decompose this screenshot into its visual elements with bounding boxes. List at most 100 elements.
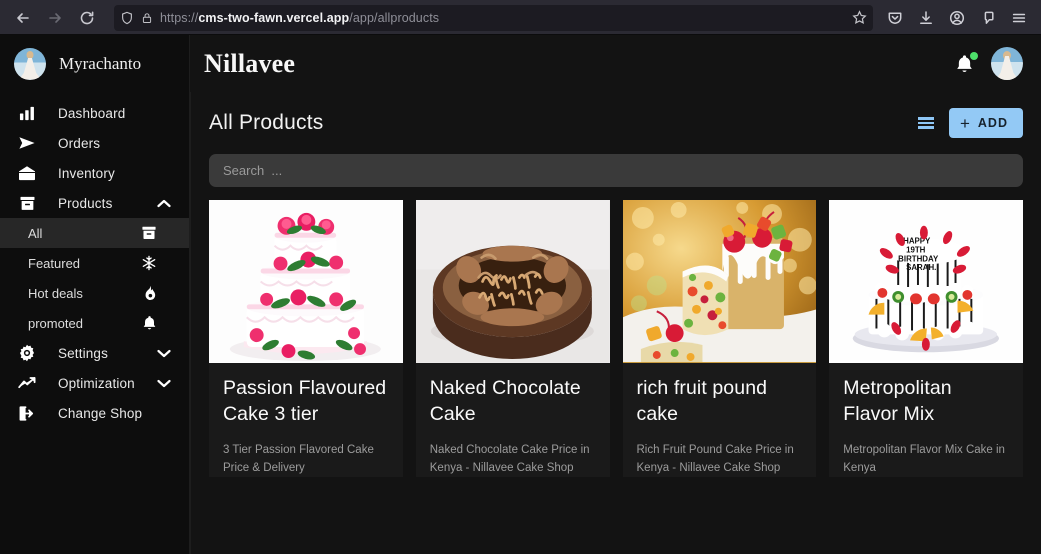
product-card-body: Metropolitan Flavor Mix Metropolitan Fla… xyxy=(829,363,1023,477)
account-row[interactable]: Myrachanto xyxy=(0,35,189,92)
product-description: Metropolitan Flavor Mix Cake in Kenya xyxy=(843,443,1005,474)
sidebar-item-label: Orders xyxy=(58,135,101,151)
open-envelope-icon xyxy=(16,165,38,182)
sidebar-subitem-label: All xyxy=(28,225,43,241)
sidebar-item-label: Change Shop xyxy=(58,405,143,421)
product-card-body: rich fruit pound cake Rich Fruit Pound C… xyxy=(623,363,817,477)
sidebar-subitem-label: Featured xyxy=(28,255,81,271)
sidebar-item-label: Settings xyxy=(58,345,108,361)
send-icon xyxy=(16,134,38,152)
notification-bell-icon[interactable] xyxy=(953,51,978,76)
products-panel: All Products + ADD Search ... Passion Fl… xyxy=(190,92,1041,554)
shield-icon xyxy=(122,11,132,24)
star-icon[interactable] xyxy=(852,10,867,25)
sidebar-subitem-label: promoted xyxy=(28,315,83,331)
sidebar-item-dashboard[interactable]: Dashboard xyxy=(0,98,189,128)
top-bar-icons xyxy=(953,47,1023,80)
plus-icon: + xyxy=(959,113,971,133)
sidebar-item-optimization[interactable]: Optimization xyxy=(0,368,189,398)
add-button-label: ADD xyxy=(977,116,1008,130)
sidebar-item-label: Inventory xyxy=(58,165,115,181)
sidebar-item-label: Optimization xyxy=(58,375,135,391)
svg-text:SARAH.: SARAH. xyxy=(906,263,936,272)
pocket-icon[interactable] xyxy=(881,4,909,32)
user-avatar[interactable] xyxy=(991,47,1023,80)
sidebar-subitem-all[interactable]: All xyxy=(0,218,189,248)
chrome-icon-group xyxy=(881,4,1033,32)
svg-text:HAPPY: HAPPY xyxy=(903,236,931,245)
round-chocolate-happy-birthday-cake xyxy=(415,200,610,363)
product-card[interactable]: rich fruit pound cake Rich Fruit Pound C… xyxy=(622,200,817,477)
gear-icon xyxy=(16,344,38,362)
product-card-body: Passion Flavoured Cake 3 tier 3 Tier Pas… xyxy=(209,363,403,477)
snowflake-icon xyxy=(139,255,159,271)
sidebar-item-orders[interactable]: Orders xyxy=(0,128,189,158)
bar-chart-icon xyxy=(16,105,38,122)
url-bar[interactable]: https://cms-two-fawn.vercel.app/app/allp… xyxy=(114,4,873,31)
reload-icon[interactable] xyxy=(72,4,102,32)
fruit-pound-cake-with-candied-fruit xyxy=(622,200,817,363)
product-description: Rich Fruit Pound Cake Price in Kenya - N… xyxy=(636,443,794,474)
product-title: Naked Chocolate Cake xyxy=(429,377,581,425)
sidebar-item-label: Dashboard xyxy=(58,105,126,121)
logout-icon xyxy=(16,405,38,422)
sidebar-item-inventory[interactable]: Inventory xyxy=(0,158,189,188)
panel-header: All Products + ADD xyxy=(191,92,1041,154)
sidebar: Myrachanto Dashboard Orders Inventory Pr… xyxy=(0,35,190,554)
product-card-body: Naked Chocolate Cake Naked Chocolate Cak… xyxy=(416,363,610,477)
archive-box-icon xyxy=(139,225,159,241)
add-button[interactable]: + ADD xyxy=(948,108,1023,138)
download-icon[interactable] xyxy=(912,4,940,32)
search-input[interactable] xyxy=(209,154,1023,187)
account-name: Myrachanto xyxy=(59,53,142,73)
product-description: 3 Tier Passion Flavored Cake Price & Del… xyxy=(223,443,374,474)
hamburger-menu-icon[interactable] xyxy=(1005,4,1033,32)
browser-chrome: https://cms-two-fawn.vercel.app/app/allp… xyxy=(0,0,1041,35)
two-tier-fruit-topped-birthday-cake: HAPPY 19TH BIRTHDAY SARAH. xyxy=(829,200,1023,363)
product-title: rich fruit pound cake xyxy=(636,377,768,425)
page-logo: Nillavee xyxy=(204,48,296,78)
product-card[interactable]: Passion Flavoured Cake 3 tier 3 Tier Pas… xyxy=(209,200,403,477)
svg-text:BIRTHDAY: BIRTHDAY xyxy=(898,254,939,263)
sidebar-subitem-hot-deals[interactable]: Hot deals xyxy=(0,278,189,308)
extensions-icon[interactable] xyxy=(974,4,1002,32)
list-view-icon[interactable] xyxy=(911,110,941,136)
status-badge xyxy=(970,51,978,60)
url-domain: cms-two-fawn.vercel.app xyxy=(198,10,350,25)
sidebar-item-change-shop[interactable]: Change Shop xyxy=(0,398,189,428)
product-title: Metropolitan Flavor Mix xyxy=(843,377,952,425)
archive-box-icon xyxy=(16,195,38,212)
sidebar-item-settings[interactable]: Settings xyxy=(0,338,189,368)
bell-icon xyxy=(139,315,159,331)
sidebar-subitem-promoted[interactable]: promoted xyxy=(0,308,189,338)
page-title: All Products xyxy=(209,111,324,134)
forward-arrow-icon[interactable] xyxy=(40,4,70,32)
chevron-down-icon[interactable] xyxy=(157,379,171,388)
sidebar-subitem-label: Hot deals xyxy=(28,285,83,301)
product-card[interactable]: Naked Chocolate Cake Naked Chocolate Cak… xyxy=(415,200,610,477)
product-description: Naked Chocolate Cake Price in Kenya - Ni… xyxy=(429,443,590,474)
svg-text:19TH: 19TH xyxy=(906,245,926,254)
sidebar-item-products[interactable]: Products xyxy=(0,188,189,218)
top-bar: Nillavee xyxy=(190,35,1041,92)
lock-icon xyxy=(142,12,152,23)
account-icon[interactable] xyxy=(943,4,971,32)
three-tier-white-wedding-cake-with-pink-roses xyxy=(209,200,403,363)
url-protocol: https:// xyxy=(160,10,199,25)
product-title: Passion Flavoured Cake 3 tier xyxy=(223,377,387,425)
url-text: https://cms-two-fawn.vercel.app/app/allp… xyxy=(160,11,845,25)
fire-icon xyxy=(139,285,159,301)
url-path: /app/allproducts xyxy=(349,10,440,25)
sidebar-nav: Dashboard Orders Inventory Products All … xyxy=(0,92,189,428)
sidebar-item-label: Products xyxy=(58,195,113,211)
product-card[interactable]: HAPPY 19TH BIRTHDAY SARAH. Metropolitan … xyxy=(829,200,1023,477)
avatar xyxy=(14,47,46,80)
chevron-down-icon[interactable] xyxy=(157,349,171,358)
trending-up-icon xyxy=(16,376,38,390)
search-bar xyxy=(191,154,1041,200)
back-arrow-icon[interactable] xyxy=(8,4,38,32)
app-shell: Myrachanto Dashboard Orders Inventory Pr… xyxy=(0,35,1041,554)
sidebar-subitem-featured[interactable]: Featured xyxy=(0,248,189,278)
chevron-up-icon[interactable] xyxy=(157,199,171,208)
product-grid: Passion Flavoured Cake 3 tier 3 Tier Pas… xyxy=(191,200,1041,554)
